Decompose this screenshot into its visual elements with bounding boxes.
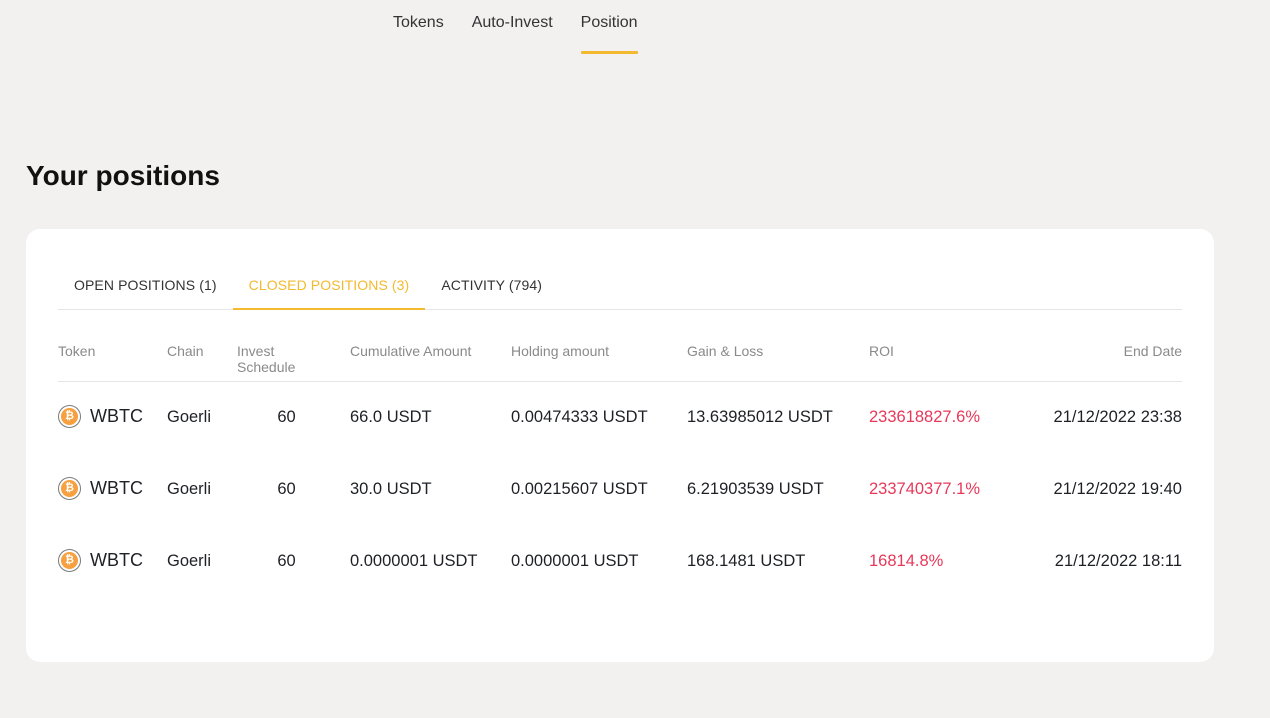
table-row[interactable]: ₿ WBTC Goerli 60 0.0000001 USDT 0.000000… (58, 526, 1182, 598)
roi-cell: 16814.8% (869, 552, 944, 570)
holding-cell: 0.0000001 USDT (511, 552, 639, 570)
tab-closed-positions[interactable]: CLOSED POSITIONS (3) (232, 267, 426, 310)
page-title: Your positions (26, 160, 220, 191)
cumulative-cell: 66.0 USDT (350, 408, 432, 426)
token-name: WBTC (90, 478, 143, 498)
token-name: WBTC (90, 406, 143, 426)
gain-loss-cell: 13.63985012 USDT (687, 408, 833, 426)
chain-cell: Goerli (167, 552, 212, 570)
schedule-cell: 60 (277, 552, 296, 570)
table-header: Token Chain Invest Schedule Cumulative A… (58, 310, 1182, 382)
chain-cell: Goerli (167, 408, 212, 426)
chain-cell: Goerli (167, 480, 212, 498)
bitcoin-coin-icon: ₿ (58, 477, 81, 500)
tab-open-positions[interactable]: OPEN POSITIONS (1) (58, 267, 233, 309)
gain-loss-cell: 168.1481 USDT (687, 552, 806, 570)
header-invest-schedule: Invest Schedule (237, 343, 296, 375)
token-cell: ₿ WBTC (58, 477, 143, 500)
end-date-cell: 21/12/2022 18:11 (1054, 552, 1182, 570)
positions-tabs: OPEN POSITIONS (1) CLOSED POSITIONS (3) … (58, 267, 1182, 310)
positions-table: Token Chain Invest Schedule Cumulative A… (58, 310, 1182, 598)
token-name: WBTC (90, 550, 143, 570)
schedule-cell: 60 (277, 480, 296, 498)
bitcoin-coin-icon: ₿ (58, 549, 81, 572)
token-cell: ₿ WBTC (58, 549, 143, 572)
tab-activity[interactable]: ACTIVITY (794) (425, 267, 558, 309)
header-cumulative-amount: Cumulative Amount (350, 343, 472, 359)
header-holding-amount: Holding amount (511, 343, 610, 359)
header-roi: ROI (869, 343, 894, 359)
bitcoin-coin-icon: ₿ (58, 405, 81, 428)
cumulative-cell: 30.0 USDT (350, 480, 432, 498)
schedule-cell: 60 (277, 408, 296, 426)
nav-tokens[interactable]: Tokens (393, 0, 444, 54)
header-chain: Chain (167, 343, 204, 359)
nav-auto-invest[interactable]: Auto-Invest (472, 0, 553, 54)
roi-cell: 233618827.6% (869, 408, 981, 426)
holding-cell: 0.00474333 USDT (511, 408, 648, 426)
roi-cell: 233740377.1% (869, 480, 981, 498)
end-date-cell: 21/12/2022 23:38 (1053, 408, 1182, 426)
holding-cell: 0.00215607 USDT (511, 480, 648, 498)
table-row[interactable]: ₿ WBTC Goerli 60 66.0 USDT 0.00474333 US… (58, 382, 1182, 454)
table-row[interactable]: ₿ WBTC Goerli 60 30.0 USDT 0.00215607 US… (58, 454, 1182, 526)
nav-position[interactable]: Position (580, 0, 638, 54)
header-token: Token (58, 343, 96, 359)
header-gain-loss: Gain & Loss (687, 343, 764, 359)
end-date-cell: 21/12/2022 19:40 (1053, 480, 1182, 498)
cumulative-cell: 0.0000001 USDT (350, 552, 478, 570)
gain-loss-cell: 6.21903539 USDT (687, 480, 824, 498)
header-end-date: End Date (1123, 343, 1182, 359)
positions-card: OPEN POSITIONS (1) CLOSED POSITIONS (3) … (26, 229, 1214, 662)
token-cell: ₿ WBTC (58, 405, 143, 428)
top-nav: Tokens Auto-Invest Position (393, 0, 638, 56)
